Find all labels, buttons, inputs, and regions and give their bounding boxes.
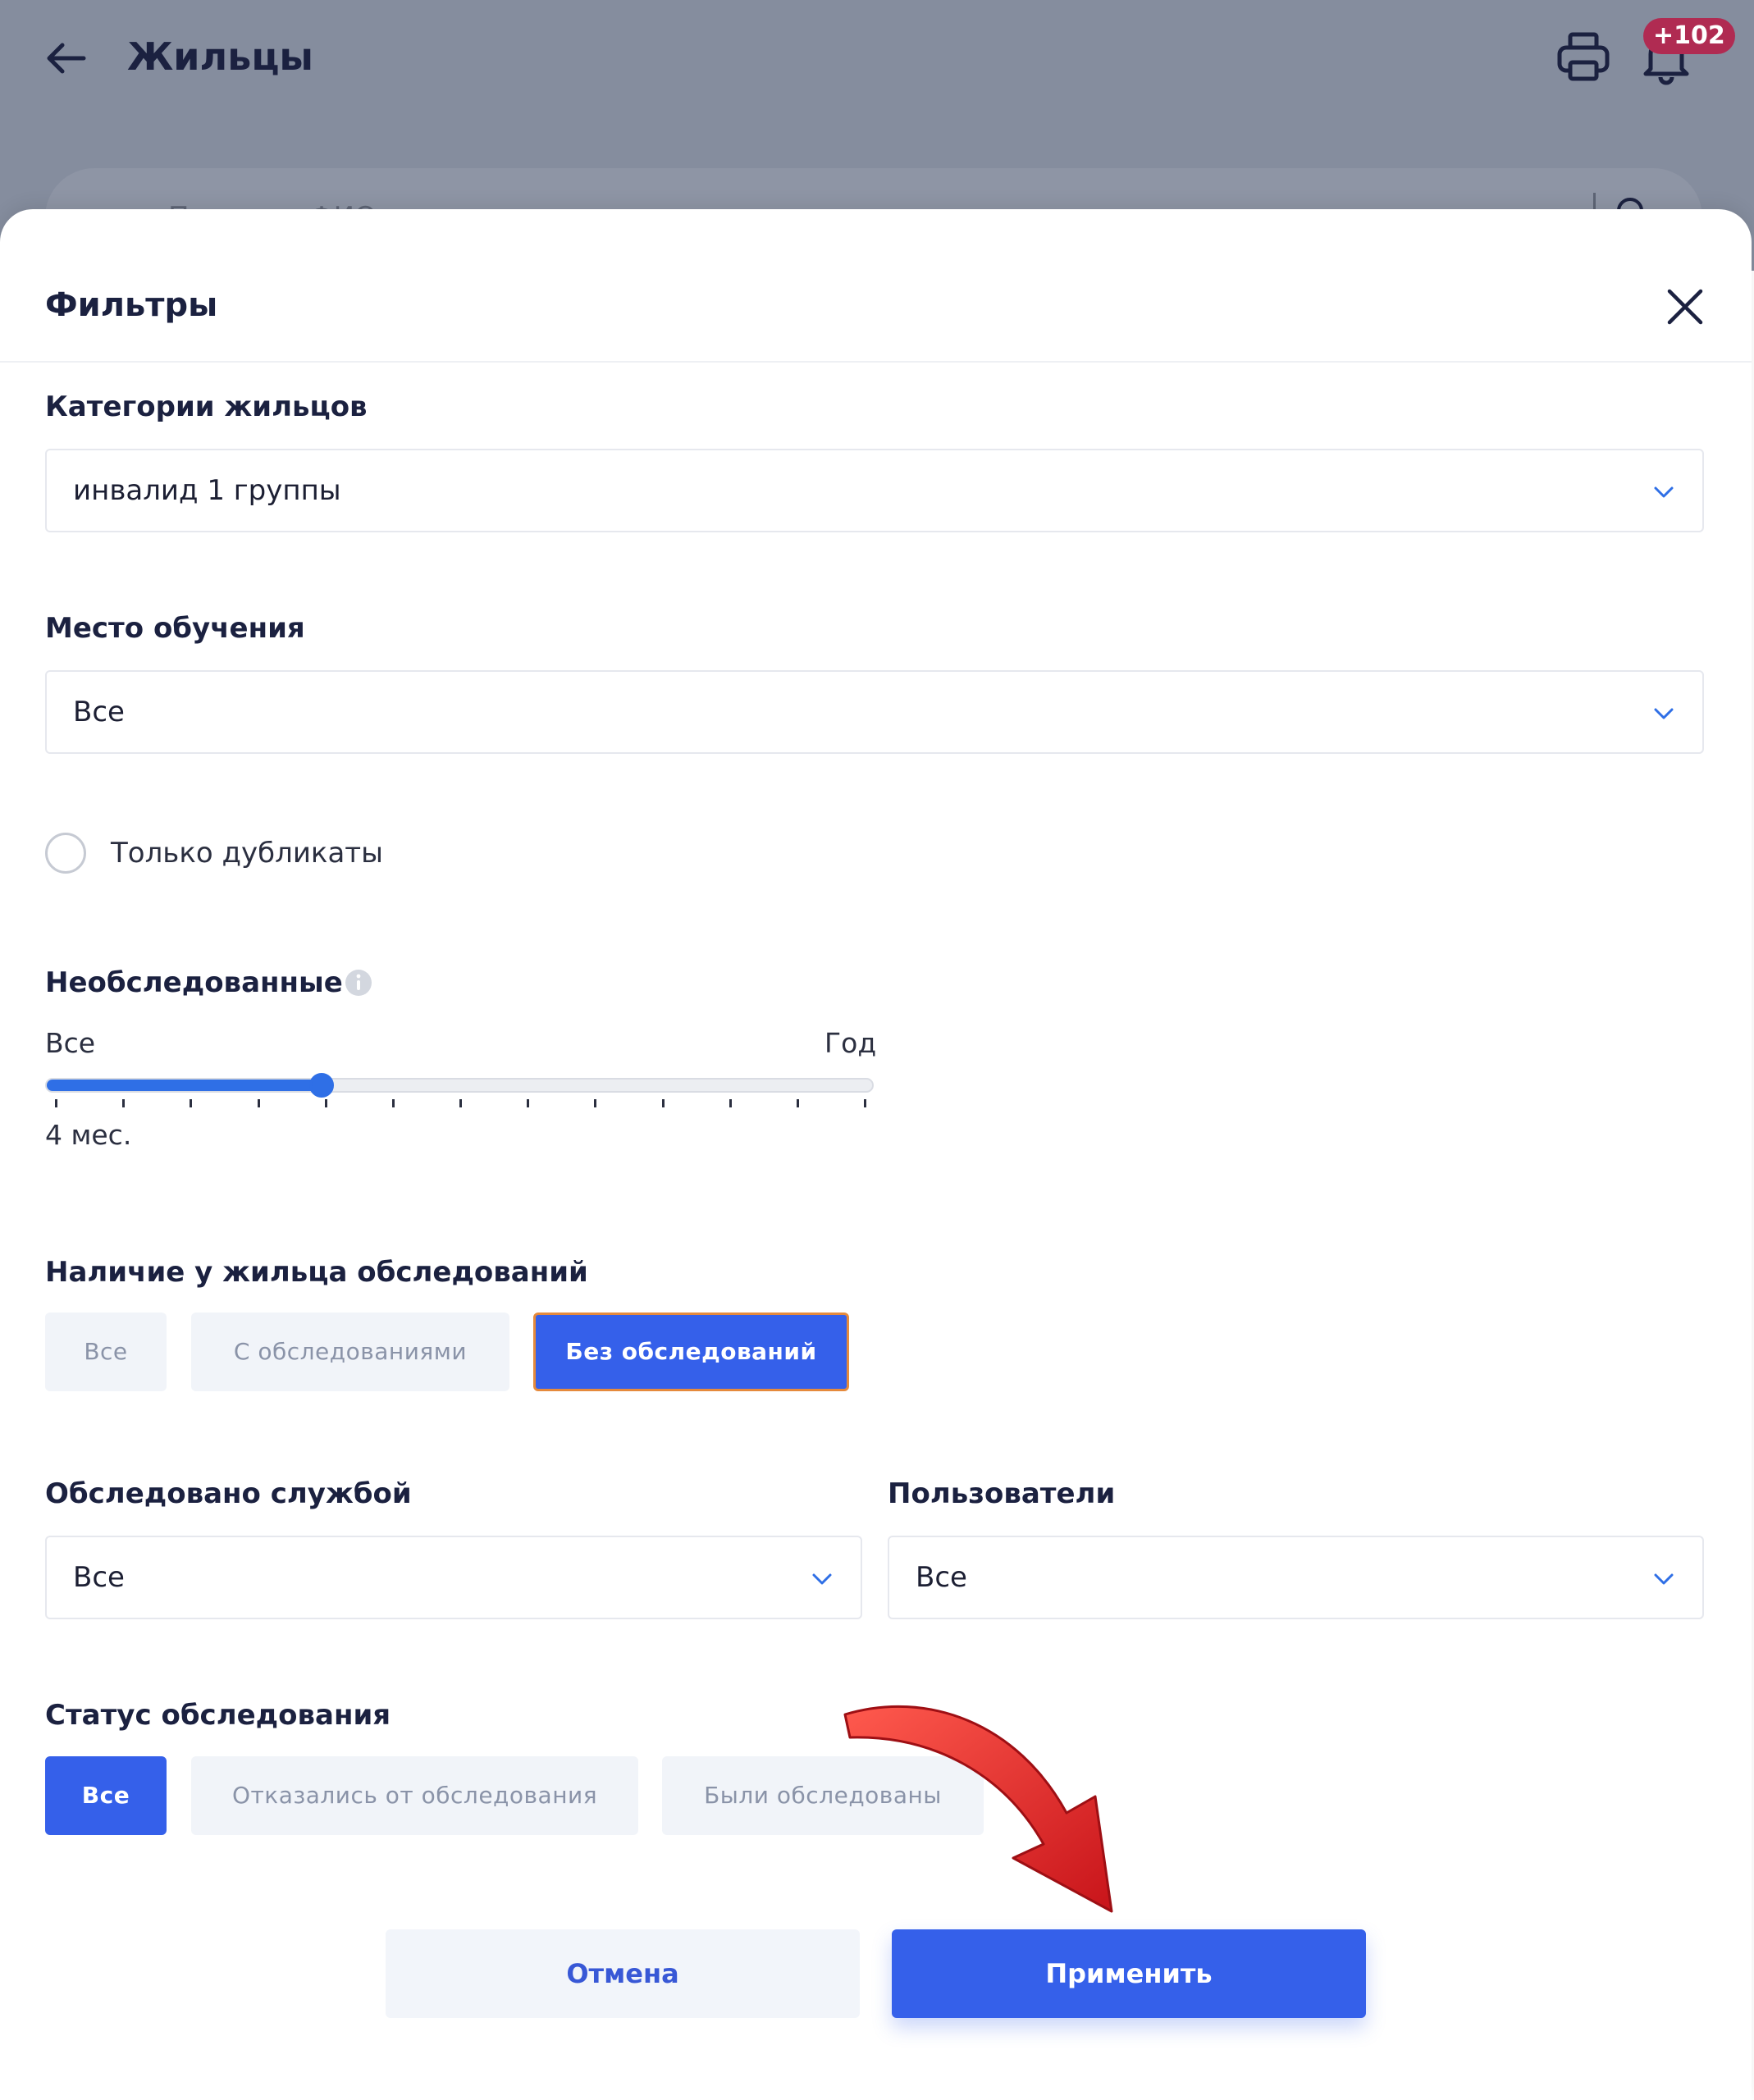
users-value: Все [916, 1561, 967, 1594]
slider-tick [55, 1099, 57, 1107]
close-button[interactable] [1661, 283, 1709, 331]
slider-tick [594, 1099, 597, 1107]
slider-tick [796, 1099, 799, 1107]
back-button[interactable] [41, 33, 92, 84]
filters-title: Фильтры [45, 286, 218, 324]
chip-presence-with[interactable]: С обследованиями [191, 1312, 509, 1391]
page-title: Жильцы [127, 34, 314, 79]
unexamined-slider-thumb[interactable] [308, 1073, 334, 1098]
info-icon[interactable] [345, 969, 372, 997]
app-header: Жильцы +102 [0, 0, 1754, 115]
apply-button[interactable]: Применить [892, 1929, 1366, 2018]
slider-tick [190, 1099, 193, 1107]
chip-presence-without[interactable]: Без обследований [533, 1312, 849, 1391]
slider-min-label: Все [45, 1027, 96, 1059]
slider-tick [391, 1099, 395, 1107]
slider-tick [661, 1099, 665, 1107]
duplicates-only-label[interactable]: Только дубликаты [111, 833, 383, 874]
study-place-value: Все [73, 696, 125, 728]
slider-value-label: 4 мес. [45, 1119, 132, 1151]
screen: Жильцы +102 Поиск по ФИО [0, 0, 1754, 2100]
duplicates-only-radio[interactable] [45, 833, 86, 874]
annotation-arrow-icon [843, 1705, 1113, 1913]
examinations-presence-label: Наличие у жильца обследований [45, 1256, 588, 1289]
study-place-label: Место обучения [45, 612, 305, 645]
slider-tick [257, 1099, 260, 1107]
examination-status-label: Статус обследования [45, 1699, 391, 1732]
arrow-left-icon [47, 43, 86, 74]
examined-by-service-label: Обследовано службой [45, 1477, 412, 1510]
slider-tick [864, 1099, 866, 1107]
chip-status-all[interactable]: Все [45, 1756, 167, 1835]
users-select[interactable]: Все [888, 1536, 1704, 1619]
chevron-down-icon [1654, 1573, 1674, 1585]
chip-presence-all[interactable]: Все [45, 1312, 167, 1391]
resident-categories-select[interactable]: инвалид 1 группы [45, 449, 1704, 532]
users-label: Пользователи [888, 1477, 1116, 1510]
slider-tick [527, 1099, 530, 1107]
slider-max-label: Год [824, 1027, 877, 1059]
slider-tick [122, 1099, 126, 1107]
unexamined-slider-track[interactable] [45, 1078, 874, 1093]
chip-status-refused[interactable]: Отказались от обследования [191, 1756, 638, 1835]
printer-icon [1557, 32, 1610, 81]
chevron-down-icon [812, 1573, 832, 1585]
cancel-button[interactable]: Отмена [386, 1929, 860, 2018]
examined-by-service-value: Все [73, 1561, 125, 1594]
print-button[interactable] [1555, 28, 1612, 85]
resident-categories-value: инвалид 1 группы [73, 474, 341, 507]
slider-tick [459, 1099, 462, 1107]
close-icon [1667, 289, 1703, 325]
sheet-header-divider [0, 361, 1752, 363]
resident-categories-label: Категории жильцов [45, 390, 368, 423]
slider-tick [324, 1099, 327, 1107]
unexamined-label: Необследованные [45, 966, 343, 999]
chevron-down-icon [1654, 708, 1674, 719]
study-place-select[interactable]: Все [45, 670, 1704, 754]
examined-by-service-select[interactable]: Все [45, 1536, 862, 1619]
notifications-count-badge: +102 [1643, 18, 1735, 54]
chevron-down-icon [1654, 486, 1674, 498]
unexamined-slider-fill [47, 1080, 322, 1091]
slider-tick [729, 1099, 732, 1107]
